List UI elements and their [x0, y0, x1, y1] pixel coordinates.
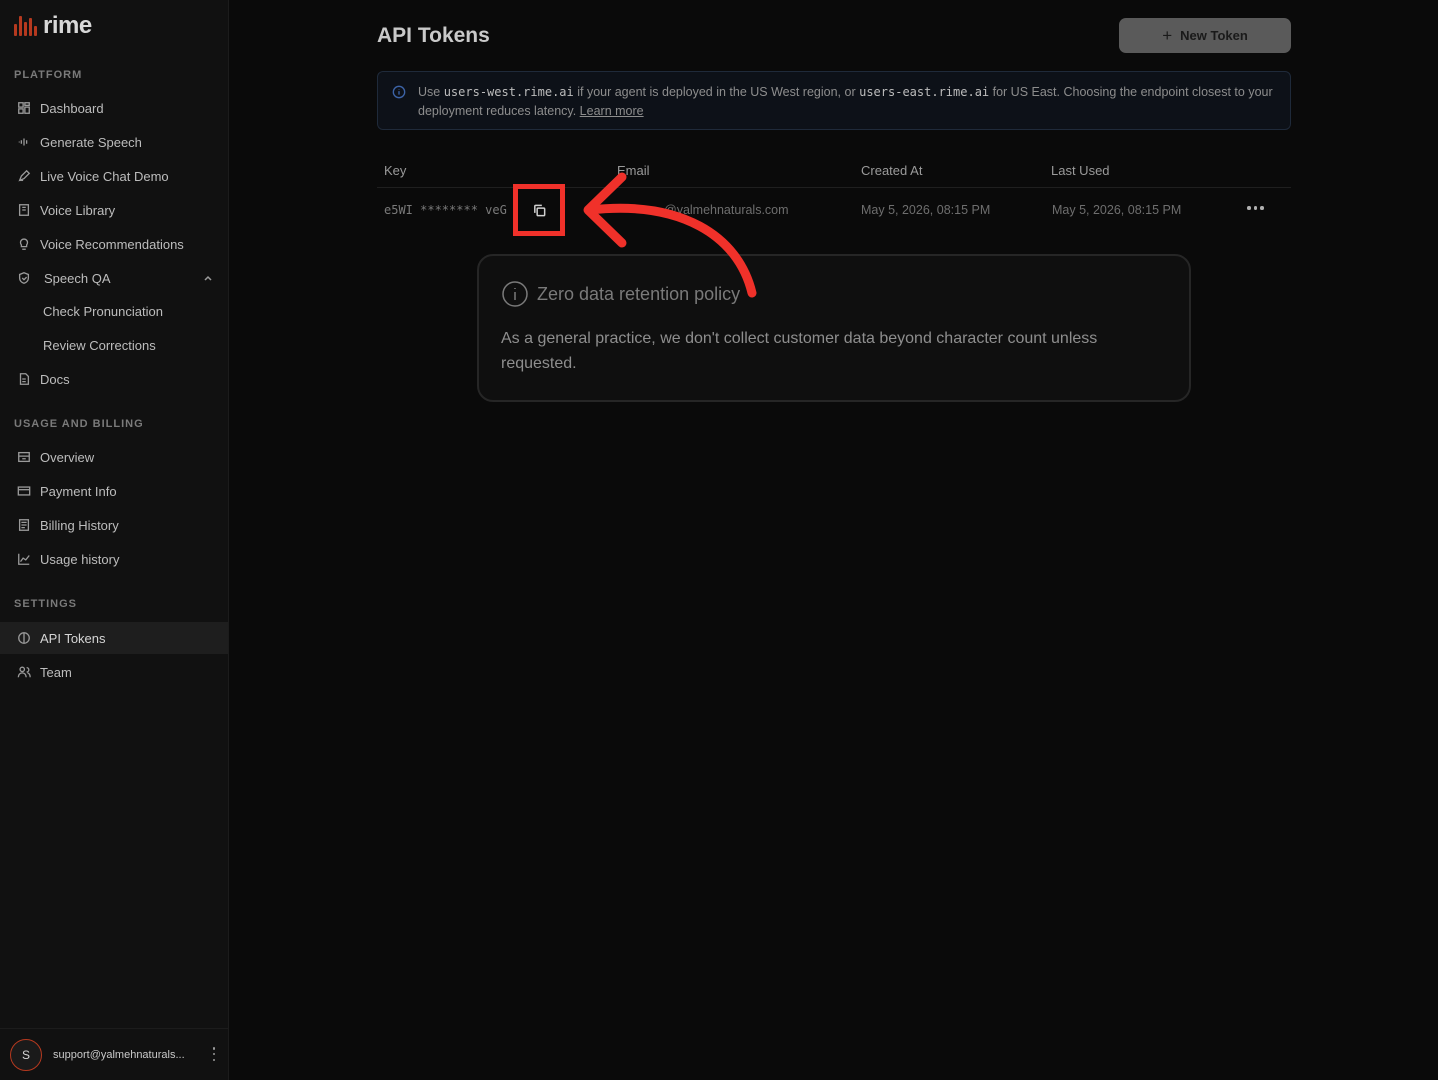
sidebar-item-overview[interactable]: Overview [0, 441, 228, 473]
sidebar-item-review-corrections[interactable]: Review Corrections [0, 329, 228, 361]
book-icon [16, 202, 32, 218]
token-icon [16, 630, 32, 646]
sidebar-item-usage-history[interactable]: Usage history [0, 543, 228, 575]
avatar[interactable]: S [10, 1038, 42, 1071]
more-vertical-icon[interactable] [212, 1047, 216, 1061]
shield-check-icon [16, 270, 32, 286]
sidebar-item-label: Generate Speech [40, 134, 142, 150]
learn-more-link[interactable]: Learn more [580, 104, 644, 118]
token-last-used: May 5, 2026, 08:15 PM [1052, 203, 1182, 217]
lightbulb-icon [16, 236, 32, 252]
plus-icon: + [1162, 25, 1173, 45]
waveform-icon [16, 134, 32, 150]
new-token-button[interactable]: + New Token [1119, 18, 1291, 53]
more-horizontal-icon[interactable] [1247, 206, 1264, 210]
section-label-settings: SETTINGS [14, 598, 78, 610]
sidebar-item-label: Review Corrections [43, 337, 156, 353]
pen-icon [16, 168, 32, 184]
copy-key-button[interactable] [513, 184, 565, 236]
user-email: support@yalmehnaturals... [53, 1048, 185, 1061]
sidebar-item-label: Speech QA [44, 270, 111, 286]
sidebar-item-team[interactable]: Team [0, 656, 228, 688]
sidebar-item-check-pronunciation[interactable]: Check Pronunciation [0, 295, 228, 327]
sidebar-item-payment-info[interactable]: Payment Info [0, 475, 228, 507]
sidebar-item-label: Payment Info [40, 483, 117, 499]
credit-card-icon [16, 483, 32, 499]
sidebar: rime PLATFORM Dashboard Generate Speech … [0, 0, 229, 1080]
new-token-label: New Token [1180, 28, 1248, 43]
sidebar-item-label: Overview [40, 449, 95, 465]
sidebar-item-label: Billing History [40, 517, 119, 533]
sidebar-item-label: Docs [40, 371, 70, 387]
sidebar-item-generate-speech[interactable]: Generate Speech [0, 126, 228, 158]
banner-text-2: if your agent is deployed in the US West… [573, 85, 860, 99]
sidebar-item-label: Voice Library [40, 202, 116, 218]
west-endpoint: users-west.rime.ai [443, 85, 574, 99]
info-circle-icon [502, 281, 528, 307]
chevron-up-icon[interactable] [202, 272, 214, 284]
east-endpoint: users-east.rime.ai [859, 85, 990, 99]
chart-line-icon [16, 551, 32, 567]
users-icon [16, 664, 32, 680]
policy-title: Zero data retention policy [537, 283, 741, 304]
sidebar-item-speech-qa[interactable]: Speech QA [0, 262, 228, 294]
sidebar-item-label: Check Pronunciation [43, 303, 163, 319]
sidebar-item-label: Team [40, 664, 72, 680]
sidebar-item-api-tokens[interactable]: API Tokens [0, 622, 228, 654]
receipt-icon [16, 517, 32, 533]
sidebar-item-voice-library[interactable]: Voice Library [0, 194, 228, 226]
section-label-billing: USAGE AND BILLING [14, 418, 144, 430]
page-title: API Tokens [377, 24, 490, 47]
sidebar-item-label: Usage history [40, 551, 120, 567]
archive-icon [16, 449, 32, 465]
token-email: @yalmehnaturals.com [664, 203, 789, 217]
column-header-key: Key [384, 163, 407, 178]
copy-icon [533, 204, 545, 216]
token-key: e5WI ******** veG [384, 203, 507, 217]
sidebar-item-label: Voice Recommendations [40, 236, 184, 252]
policy-body: As a general practice, we don't collect … [501, 330, 1098, 372]
sidebar-item-billing-history[interactable]: Billing History [0, 509, 228, 541]
sidebar-item-dashboard[interactable]: Dashboard [0, 92, 228, 124]
token-created-at: May 5, 2026, 08:15 PM [861, 203, 991, 217]
sidebar-item-voice-recommendations[interactable]: Voice Recommendations [0, 228, 228, 260]
zero-data-retention-card: Zero data retention policy As a general … [477, 254, 1191, 402]
sidebar-item-label: Dashboard [40, 100, 104, 116]
column-header-created-at: Created At [861, 163, 923, 178]
sidebar-item-label: API Tokens [40, 630, 106, 646]
column-header-last-used: Last Used [1051, 163, 1110, 178]
endpoint-info-banner: Use users-west.rime.ai if your agent is … [377, 71, 1291, 130]
logo-text: rime [43, 12, 92, 39]
sidebar-item-live-voice-chat-demo[interactable]: Live Voice Chat Demo [0, 160, 228, 192]
banner-text-1: Use [418, 85, 444, 99]
section-label-platform: PLATFORM [14, 69, 83, 81]
sidebar-item-label: Live Voice Chat Demo [40, 168, 169, 184]
document-icon [16, 371, 32, 387]
grid-icon [16, 100, 32, 116]
rime-logo[interactable]: rime [14, 12, 92, 40]
column-header-email: Email [617, 163, 650, 178]
info-icon [392, 85, 406, 99]
user-footer[interactable]: S support@yalmehnaturals... [0, 1028, 228, 1080]
sidebar-item-docs[interactable]: Docs [0, 363, 228, 395]
logo-bars-icon [14, 16, 37, 36]
